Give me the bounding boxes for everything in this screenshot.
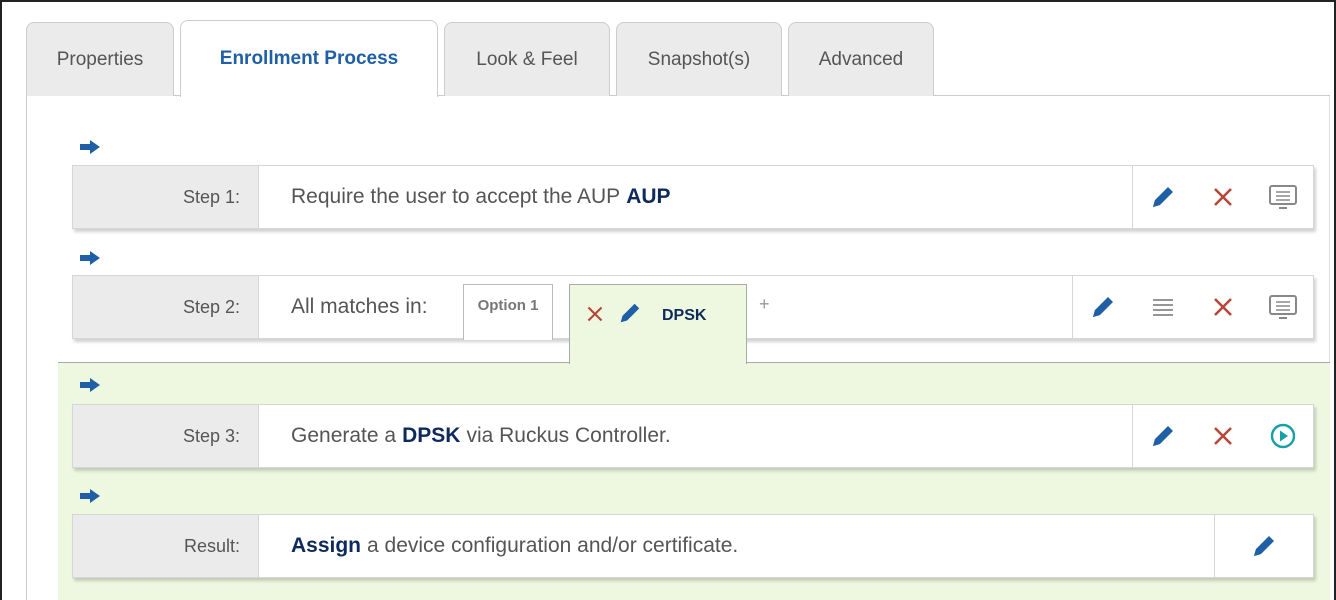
step-actions: [1132, 405, 1313, 467]
step-text: Require the user to accept the AUP: [291, 185, 621, 208]
step-1-row: Step 1: Require the user to accept the A…: [72, 165, 1314, 229]
pencil-icon: [1093, 297, 1113, 317]
close-icon[interactable]: [586, 305, 604, 323]
tab-advanced[interactable]: Advanced: [788, 22, 934, 96]
step-text-suffix: via Ruckus Controller.: [466, 424, 671, 447]
tab-label: Snapshot(s): [647, 48, 751, 70]
step-label: Step 3:: [73, 405, 259, 467]
reorder-button[interactable]: [1133, 276, 1193, 338]
add-branch-button[interactable]: +: [759, 294, 770, 315]
arrow-right-icon[interactable]: [80, 140, 100, 154]
pencil-icon: [1254, 536, 1274, 556]
step-actions: [1072, 276, 1313, 338]
step-label: Step 1:: [73, 166, 259, 228]
close-icon: [1214, 188, 1232, 206]
screen-list-icon: [1269, 185, 1297, 209]
preview-button[interactable]: [1253, 166, 1313, 228]
tab-enrollment-process[interactable]: Enrollment Process: [180, 20, 438, 97]
result-row: Result: Assign a device configuration an…: [72, 514, 1314, 578]
result-keyword[interactable]: Assign: [291, 534, 361, 558]
tab-snapshots[interactable]: Snapshot(s): [616, 22, 782, 96]
step-description: All matches in: Option 1 DPSK +: [259, 276, 1072, 364]
step-text-prefix: Generate a: [291, 424, 397, 447]
step-keyword[interactable]: AUP: [626, 185, 670, 209]
arrow-right-icon[interactable]: [80, 489, 100, 503]
tab-label: Advanced: [818, 48, 904, 70]
branch-tab-label: DPSK: [662, 307, 707, 324]
result-text: a device configuration and/or certificat…: [367, 534, 739, 557]
window-frame: Properties Enrollment Process Look & Fee…: [0, 0, 1336, 600]
close-icon: [1214, 298, 1232, 316]
edit-button[interactable]: [1133, 166, 1193, 228]
tab-label: Enrollment Process: [219, 48, 399, 69]
pencil-icon: [1153, 426, 1173, 446]
step-actions: [1214, 515, 1313, 577]
delete-button[interactable]: [1193, 276, 1253, 338]
step-keyword[interactable]: DPSK: [402, 424, 460, 448]
step-description: Require the user to accept the AUP AUP: [259, 166, 1132, 228]
tab-label: Look & Feel: [476, 48, 578, 70]
edit-button[interactable]: [1215, 515, 1313, 577]
list-lines-icon: [1153, 299, 1173, 316]
branch-tab-option[interactable]: Option 1: [463, 284, 553, 340]
edit-button[interactable]: [1133, 405, 1193, 467]
step-description: Generate a DPSK via Ruckus Controller.: [259, 405, 1132, 467]
branch-tab-label: Option 1: [477, 297, 539, 314]
arrow-right-icon[interactable]: [80, 251, 100, 265]
arrow-right-icon[interactable]: [80, 378, 100, 392]
step-2-row: Step 2: All matches in: Option 1 DPSK +: [72, 275, 1314, 364]
play-circle-icon: [1270, 423, 1296, 449]
tab-label: Properties: [56, 48, 144, 70]
tab-look-and-feel[interactable]: Look & Feel: [444, 22, 610, 96]
step-description: Assign a device configuration and/or cer…: [259, 515, 1214, 577]
step-label: Step 2:: [73, 276, 259, 338]
pencil-icon[interactable]: [618, 301, 642, 325]
delete-button[interactable]: [1193, 166, 1253, 228]
preview-button[interactable]: [1253, 276, 1313, 338]
run-button[interactable]: [1253, 405, 1313, 467]
edit-button[interactable]: [1073, 276, 1133, 338]
branch-tab-dpsk[interactable]: DPSK: [569, 284, 747, 364]
screen-list-icon: [1269, 295, 1297, 319]
step-text: All matches in:: [291, 295, 428, 318]
step-label: Result:: [73, 515, 259, 577]
close-icon: [1214, 427, 1232, 445]
delete-button[interactable]: [1193, 405, 1253, 467]
pencil-icon: [1153, 187, 1173, 207]
step-actions: [1132, 166, 1313, 228]
step-3-row: Step 3: Generate a DPSK via Ruckus Contr…: [72, 404, 1314, 468]
tab-properties[interactable]: Properties: [26, 22, 174, 96]
